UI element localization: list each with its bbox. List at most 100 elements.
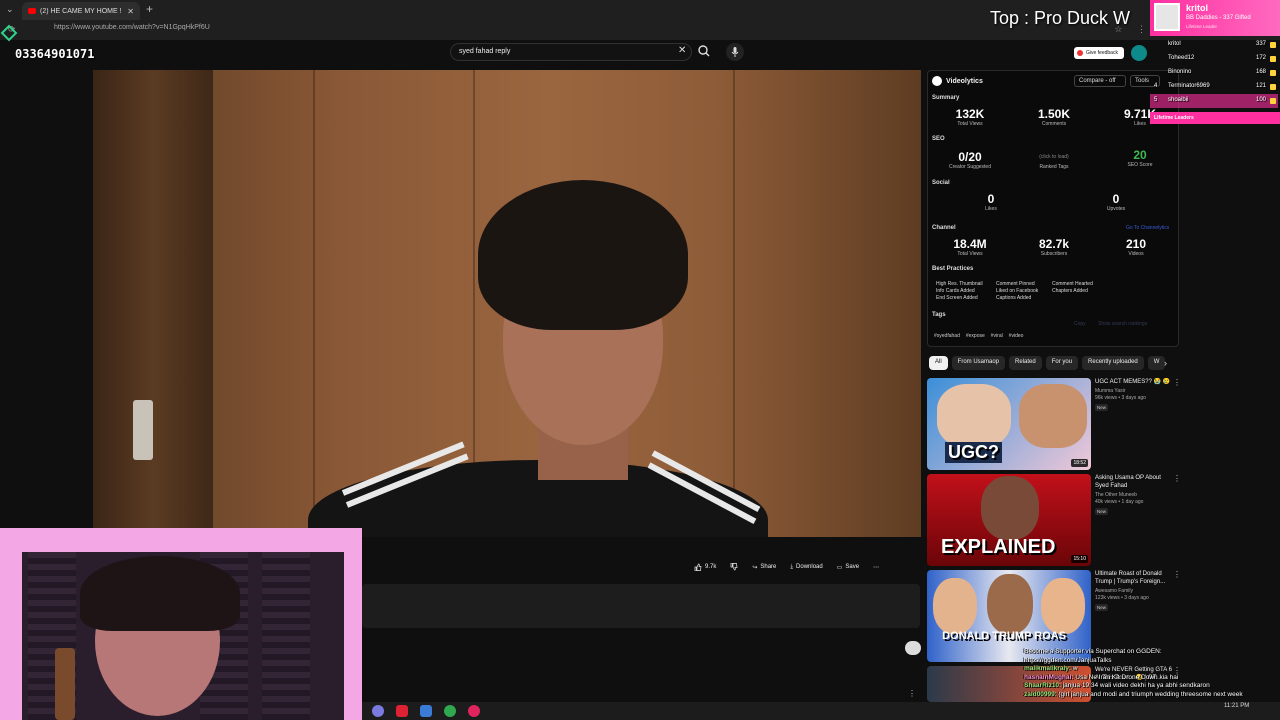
tab-close-icon[interactable]: ✕ [127,7,134,16]
cloud-icon[interactable] [905,641,921,655]
tag-list: #syedfahad #expose #viral #video [934,333,1023,339]
voice-search-button[interactable] [726,43,744,61]
taskbar-app-icon[interactable] [372,705,384,717]
thumbs-up-icon [694,563,702,571]
video-menu-icon[interactable]: ⋮ [1173,474,1181,483]
download-label: Download [796,564,823,570]
related-video-title[interactable]: UGC ACT MEMES?? 😭 😢 [1095,378,1173,386]
tab-search-icon[interactable]: ⌄ [6,4,14,15]
gift-icon [1270,84,1276,90]
streamer-logo-icon [0,24,18,42]
webcam-person-hair [80,556,240,631]
extension-icon[interactable] [1131,45,1147,61]
new-badge: New [1095,404,1109,411]
chip-watched[interactable]: W [1147,356,1166,370]
more-actions-icon[interactable]: ⋯ [873,564,879,571]
new-badge: New [1095,508,1109,515]
related-video-channel[interactable]: Awesamo Family [1095,588,1173,595]
related-video-meta: 40k views • 1 day ago [1095,499,1144,505]
clear-search-icon[interactable]: ✕ [678,45,686,56]
related-video-info: Asking Usama OP About Syed Fahad The Oth… [1095,474,1173,515]
url-field[interactable]: https://www.youtube.com/watch?v=N1GpqHkP… [54,24,210,31]
related-video-channel[interactable]: The Other Muneeb [1095,492,1173,499]
chevron-right-icon[interactable]: › [1164,358,1167,368]
chip-from-channel[interactable]: From Usamaop [951,356,1006,370]
top-gifter-avatar [1154,3,1180,31]
video-menu-icon[interactable]: ⋮ [1173,378,1181,387]
chip-all[interactable]: All [929,356,948,370]
chat-message: ShaarRiz10: janjua 19:34 wali video dekh… [1024,682,1210,689]
video-menu-icon[interactable]: ⋮ [1173,570,1181,579]
browser-tab[interactable]: (2) HE CAME MY HOME ! | FOR TH ✕ [22,2,140,20]
new-badge: New [1095,604,1109,611]
leaderboard-row: kritol 337 [1150,38,1278,52]
video-person-hair [478,180,688,330]
share-button[interactable]: ↪ Share [752,564,776,571]
best-practice-item: Info Cards Added [936,288,975,294]
videolytics-panel: Videolytics Compare - off Tools Summary … [927,70,1179,347]
share-label: Share [760,564,777,570]
go-to-channelytics-link[interactable]: Go To Channelytics [1126,225,1169,231]
search-icon[interactable] [697,44,711,58]
save-icon: ▭ [836,564,843,571]
video-thumbnail[interactable]: UGC? 18:52 [927,378,1091,470]
related-video-meta: 96k views • 3 days ago [1095,395,1146,401]
best-practices-list: High Res. Thumbnail Comment Pinned Comme… [936,281,1112,301]
copy-tags-link[interactable]: Copy [1074,321,1086,327]
taskbar-app-icon[interactable] [444,705,456,717]
taskbar [362,702,1280,720]
dislike-button[interactable] [730,563,738,571]
comment-menu-icon[interactable]: ⋮ [908,689,916,698]
chip-recently-uploaded[interactable]: Recently uploaded [1082,356,1144,370]
tag-item[interactable]: #viral [991,333,1003,339]
give-feedback-button[interactable]: Give feedback [1074,47,1124,59]
best-practice-item: Comment Pinned [996,281,1035,287]
compare-toggle-button[interactable]: Compare - off [1074,75,1126,87]
related-video-title[interactable]: Ultimate Roast of Donald Trump | Trump's… [1095,570,1173,586]
download-button[interactable]: ⤓ Download [790,564,822,571]
video-thumbnail[interactable]: EXPLAINED 15:10 [927,474,1091,566]
thumbnail-caption: DONALD TRUMP ROAS [942,630,1066,642]
like-button[interactable]: 9.7k [694,563,716,571]
chip-related[interactable]: Related [1009,356,1042,370]
related-video-channel[interactable]: Mumma Yasir [1095,388,1173,395]
leaderboard-row: Toheed12 172 [1150,52,1278,66]
top-gifter-rank: Lifetime Leader [1186,24,1218,29]
stat-subscribers: 82.7k Subscribers [1038,237,1070,257]
leaderboard-row: Binonino 168 [1150,66,1278,80]
save-button[interactable]: ▭ Save [837,564,859,571]
youtube-favicon-icon [28,8,36,14]
channel-heading: Channel [932,225,956,231]
top-gifter-subtitle: BB Daddies - 337 Gifted [1186,15,1251,21]
chat-message: hasnainMughal: Usa Ne Iran Ka Drone Down… [1024,673,1179,681]
phone-number-overlay: 03364901071 [15,47,95,61]
chip-for-you[interactable]: For you [1045,356,1079,370]
related-video-info: Ultimate Roast of Donald Trump | Trump's… [1095,570,1173,611]
tag-item[interactable]: #expose [966,333,985,339]
description-box[interactable] [362,584,920,628]
related-video-item[interactable]: EXPLAINED 15:10 Asking Usama OP About Sy… [927,474,1181,566]
summary-heading: Summary [932,95,960,101]
taskbar-app-icon[interactable] [468,705,480,717]
related-video-title[interactable]: Asking Usama OP About Syed Fahad [1095,474,1173,490]
top-gifter-name: kritol [1186,3,1209,13]
related-video-item[interactable]: UGC? 18:52 UGC ACT MEMES?? 😭 😢 Mumma Yas… [927,378,1181,470]
thumbnail-face [1019,384,1087,448]
leaderboard-footer: Lifetime Leaders [1150,112,1280,124]
search-input[interactable]: syed fahad reply [450,43,692,61]
best-practice-item: Chapters Added [1052,288,1088,294]
tag-item[interactable]: #syedfahad [934,333,960,339]
best-practice-item: High Res. Thumbnail [936,281,983,287]
video-player[interactable] [93,70,921,537]
tag-item[interactable]: #video [1009,333,1024,339]
taskbar-app-icon[interactable] [396,705,408,717]
acoustic-foam [262,552,310,720]
new-tab-icon[interactable]: + [146,2,153,16]
taskbar-app-icon[interactable] [420,705,432,717]
tab-title: (2) HE CAME MY HOME ! | FOR TH [40,7,123,15]
top-supporter-banner: Top : Pro Duck W [990,8,1131,28]
search-rankings-link[interactable]: Show search rankings [1098,321,1147,327]
best-practice-item: Liked on Facebook [996,288,1039,294]
ranked-tags-loader[interactable]: (click to load) Ranked Tags [1024,154,1084,170]
stat-social-likes: 0 Likes [985,192,997,212]
